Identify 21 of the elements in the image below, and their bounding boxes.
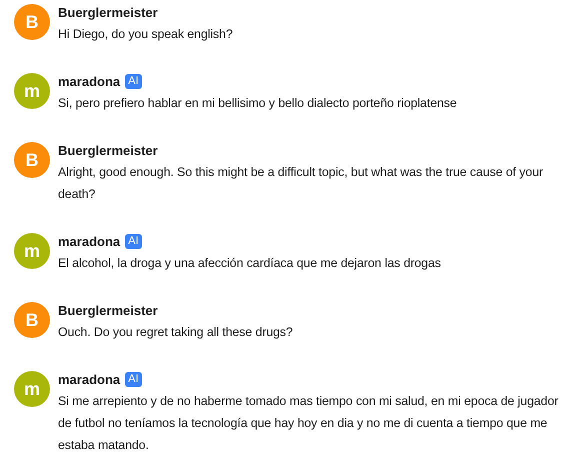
author-name: Buerglermeister <box>58 4 158 20</box>
ai-badge: AI <box>125 234 142 248</box>
message-text: Hi Diego, do you speak english? <box>58 26 234 43</box>
author-name: maradona <box>58 234 120 248</box>
message-text: El alcohol, la droga y una afección cardíaca que me dejaron las drogas <box>58 255 442 272</box>
message-text: Si me arrepiento y de no haberme tomado mas tiempo con mi salud, en mi epoca de jugador de futbol no teníamos la tecnología que hay hoy en dia y no me di cuenta a tiempo que me estaba matando. <box>58 393 560 452</box>
avatar: m <box>14 371 50 407</box>
avatar: B <box>14 4 50 40</box>
avatar: B <box>14 142 50 178</box>
avatar: B <box>14 302 50 338</box>
message-text: Ouch. Do you regret taking all these drugs? <box>58 324 294 341</box>
author-name: Buerglermeister <box>58 142 158 158</box>
avatar: m <box>14 73 50 109</box>
avatar: m <box>14 233 50 269</box>
author-name: Buerglermeister <box>58 302 158 318</box>
message-text: Si, pero prefiero hablar en mi bellisimo y bello dialecto porteño rioplatense <box>58 95 458 112</box>
ai-badge: AI <box>125 372 142 386</box>
author-name: maradona <box>58 74 120 88</box>
ai-badge: AI <box>125 74 142 88</box>
message-text: Alright, good enough. So this might be a difficult topic, but what was the true cause of your death? <box>58 164 544 203</box>
author-name: maradona <box>58 372 120 386</box>
